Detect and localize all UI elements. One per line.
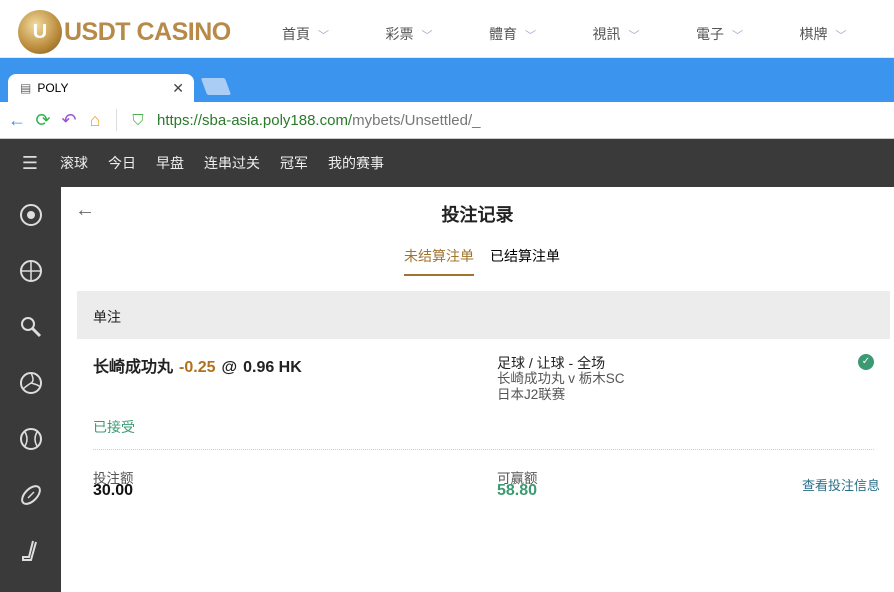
bets-panel: ← 投注记录 未结算注单 已结算注单 单注 长崎成功丸 -0.25 @0.96 HK… (61, 187, 894, 592)
menu-icon[interactable]: ☰ (0, 153, 60, 174)
menu-item[interactable]: 體育 ﹀ (489, 24, 593, 44)
menu-item[interactable]: 彩票 ﹀ (386, 24, 490, 44)
tennis-icon[interactable] (0, 299, 61, 355)
reload-icon[interactable]: ⟳ (30, 110, 56, 131)
logo[interactable]: U USDT CASINO (18, 10, 231, 54)
nav-item[interactable]: 滚球 (60, 153, 88, 173)
back-icon[interactable]: ← (4, 110, 30, 131)
address-bar: ← ⟳ ↶ ⌂ ⛉ https://sba-asia.poly188.com/m… (0, 102, 894, 139)
undo-icon[interactable]: ↶ (56, 110, 82, 131)
bet-selection: 长崎成功丸 -0.25 @0.96 HK (93, 359, 302, 376)
stake-value: 30.00 (93, 482, 134, 499)
hockey-icon[interactable] (0, 523, 61, 579)
volleyball-icon[interactable] (0, 355, 61, 411)
nav-item[interactable]: 今日 (108, 153, 136, 173)
menu-item[interactable]: 電子 ﹀ (696, 24, 800, 44)
new-tab-button[interactable] (200, 78, 232, 95)
american-football-icon[interactable] (0, 467, 61, 523)
url-input[interactable]: https://sba-asia.poly188.com/mybets/Unse… (157, 112, 481, 129)
menu-item[interactable]: 首頁 ﹀ (282, 24, 386, 44)
shield-icon: ⛉ (132, 111, 144, 129)
sports-nav: ☰ 滚球 今日 早盘 连串过关 冠军 我的赛事 (0, 139, 894, 187)
top-menu: 首頁 ﹀ 彩票 ﹀ 體育 ﹀ 視訊 ﹀ 電子 ﹀ 棋牌 ﹀ (282, 24, 894, 44)
divider (93, 449, 874, 450)
win-value: 58.80 (497, 482, 538, 499)
status-badge: 已接受 (93, 419, 135, 435)
browser-tab[interactable]: ▤ POLY ✕ (8, 74, 194, 102)
bet-info: 足球 / 让球 - 全场 长崎成功丸 v 栃木SC 日本J2联赛 (497, 355, 625, 402)
close-tab-icon[interactable]: ✕ (172, 80, 184, 97)
check-icon: ✓ (858, 354, 874, 370)
menu-item[interactable]: 視訊 ﹀ (593, 24, 697, 44)
basketball-icon[interactable] (0, 243, 61, 299)
page-title: 投注记录 (441, 205, 514, 225)
divider (116, 109, 117, 131)
baseball-icon[interactable] (0, 411, 61, 467)
section-header: 单注 (77, 291, 890, 339)
nav-item[interactable]: 我的赛事 (328, 153, 384, 173)
home-icon[interactable]: ⌂ (82, 110, 108, 131)
menu-item[interactable]: 棋牌 ﹀ (800, 24, 894, 44)
sports-sidebar (0, 187, 61, 592)
soccer-icon[interactable] (0, 187, 61, 243)
logo-coin-icon: U (18, 10, 62, 54)
bet-tabs: 未结算注单 已结算注单 (404, 246, 576, 276)
view-bet-details-link[interactable]: 查看投注信息 (802, 475, 880, 494)
tab-unsettled[interactable]: 未结算注单 (404, 246, 474, 276)
page-icon: ▤ (20, 81, 32, 95)
nav-item[interactable]: 冠军 (280, 153, 308, 173)
site-header: U USDT CASINO 首頁 ﹀ 彩票 ﹀ 體育 ﹀ 視訊 ﹀ 電子 ﹀ 棋牌 ﹀ (0, 0, 894, 58)
browser-tabbar: ▤ POLY ✕ (0, 58, 894, 102)
tab-settled[interactable]: 已结算注单 (490, 246, 560, 276)
nav-item[interactable]: 连串过关 (204, 153, 260, 173)
nav-item[interactable]: 早盘 (156, 153, 184, 173)
